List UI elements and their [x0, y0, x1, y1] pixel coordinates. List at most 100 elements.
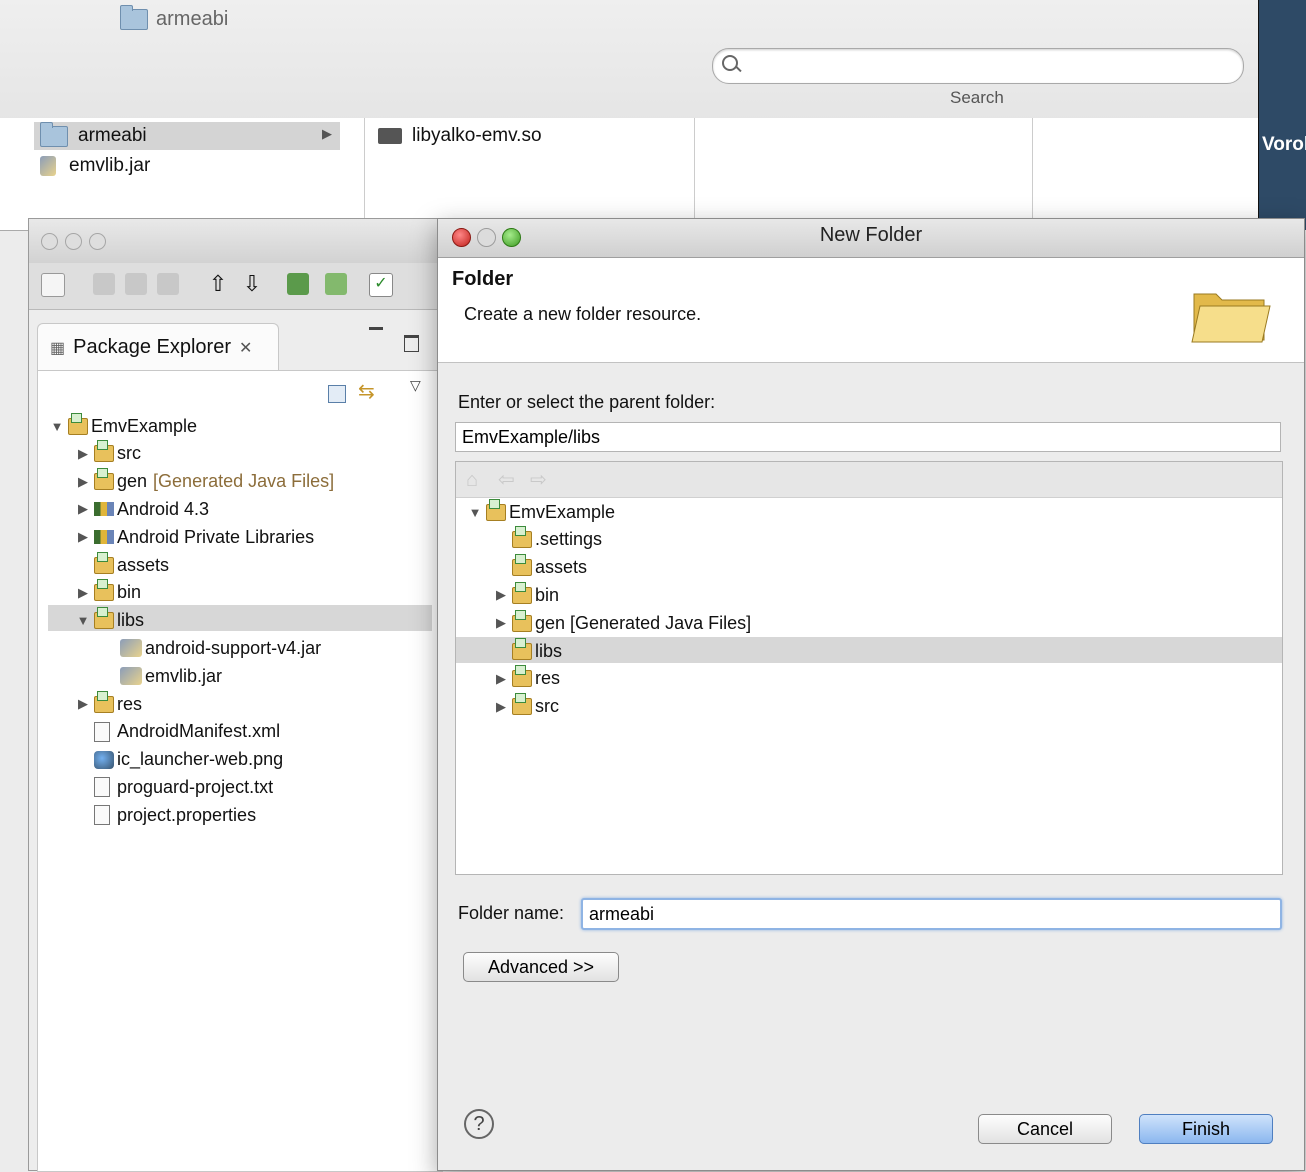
tree-item[interactable]: ▶ src: [494, 693, 559, 720]
source-folder-icon: [94, 440, 114, 463]
tab-package-explorer[interactable]: ▦ Package Explorer ✕: [37, 323, 279, 371]
tree-item-label: proguard-project.txt: [117, 776, 274, 797]
collapsed-arrow-icon[interactable]: ▶: [494, 699, 508, 715]
back-icon[interactable]: ⇦: [498, 470, 520, 490]
minimize-icon[interactable]: [369, 327, 383, 330]
folder-icon: [512, 609, 532, 632]
tree-item[interactable]: ▶ res: [76, 690, 142, 717]
project-icon: [486, 498, 506, 521]
finder-item-emvlib-jar[interactable]: emvlib.jar: [40, 152, 150, 180]
tree-item[interactable]: assets: [494, 554, 587, 581]
tree-item[interactable]: ▶ bin: [76, 579, 141, 606]
tree-item[interactable]: libs: [494, 637, 562, 664]
jar-icon: [40, 156, 56, 176]
upload-icon[interactable]: ⇧: [207, 273, 229, 295]
tree-item[interactable]: ▶ Android Private Libraries: [76, 524, 314, 550]
save-icon[interactable]: [93, 273, 115, 295]
tree-item-label: .settings: [535, 529, 603, 550]
tree-item-decoration: [Generated Java Files]: [153, 471, 335, 492]
view-menu-icon[interactable]: ▽: [410, 377, 421, 394]
finder-title: armeabi: [120, 5, 228, 31]
collapsed-arrow-icon[interactable]: ▶: [494, 671, 508, 687]
zoom-button[interactable]: [89, 233, 106, 250]
tree-item-label: project.properties: [117, 804, 257, 825]
parent-folder-input[interactable]: [455, 422, 1281, 452]
tree-item[interactable]: ▼ EmvExample: [468, 498, 616, 525]
tree-item[interactable]: ▶ gen [Generated Java Files]: [76, 468, 335, 495]
header-title: Folder: [452, 268, 514, 290]
collapsed-arrow-icon[interactable]: ▶: [494, 615, 508, 631]
tree-item[interactable]: ▶ src: [76, 440, 141, 467]
finder-item-armeabi[interactable]: armeabi: [40, 121, 147, 150]
tree-selection-highlight: [456, 637, 1282, 663]
collapsed-arrow-icon[interactable]: ▶: [494, 587, 508, 603]
collapsed-arrow-icon[interactable]: ▶: [76, 501, 90, 517]
tree-item[interactable]: ▼ libs: [76, 607, 145, 634]
tree-item[interactable]: AndroidManifest.xml: [76, 719, 280, 745]
new-icon[interactable]: [41, 273, 65, 297]
forward-icon[interactable]: ⇨: [530, 470, 552, 490]
minimize-button[interactable]: [65, 233, 82, 250]
tree-item[interactable]: proguard-project.txt: [76, 774, 273, 800]
header-description: Create a new folder resource.: [464, 304, 702, 324]
tree-item[interactable]: .settings: [494, 526, 603, 553]
link-editor-icon[interactable]: ⇆: [358, 379, 375, 404]
finder-column-3: [694, 118, 1033, 230]
close-icon[interactable]: ✕: [239, 338, 252, 358]
dialog-header: Folder Create a new folder resource.: [438, 258, 1304, 363]
collapsed-arrow-icon[interactable]: ▶: [76, 585, 90, 601]
expanded-arrow-icon[interactable]: ▼: [76, 613, 90, 628]
checkbox-icon[interactable]: ✓: [369, 273, 393, 297]
close-button[interactable]: [41, 233, 58, 250]
tree-item-label: AndroidManifest.xml: [117, 721, 281, 742]
tree-item[interactable]: ▶ Android 4.3: [76, 496, 209, 522]
expanded-arrow-icon[interactable]: ▼: [50, 419, 64, 434]
collapsed-arrow-icon[interactable]: ▶: [76, 474, 90, 490]
package-explorer-panel: ⇆ ▽ ▼ EmvExample ▶ src ▶ gen [Generated Java F…: [37, 370, 443, 1172]
save-all-icon[interactable]: [125, 273, 147, 295]
parent-folder-tree: ⌂ ⇦ ⇨ ▼ EmvExample .settings assets ▶ bin ▶ gen…: [455, 461, 1283, 875]
collapse-all-icon[interactable]: [328, 385, 346, 403]
search-label: Search: [950, 88, 1004, 107]
advanced-button[interactable]: Advanced >>: [463, 952, 619, 982]
folder-icon: [40, 121, 68, 147]
source-folder-icon: [94, 468, 114, 491]
tree-item[interactable]: emvlib.jar: [102, 663, 222, 689]
folder-name-label: Folder name:: [458, 903, 565, 923]
print-icon[interactable]: [157, 273, 179, 295]
folder-icon: [512, 554, 532, 577]
tree-item[interactable]: ▶ bin: [494, 581, 559, 608]
android-avd-icon[interactable]: [325, 273, 347, 295]
expanded-arrow-icon[interactable]: ▼: [468, 505, 482, 520]
tree-item[interactable]: ▶ gen [Generated Java Files]: [494, 609, 752, 636]
folder-name-input[interactable]: [581, 898, 1282, 930]
maximize-icon[interactable]: [404, 335, 419, 352]
tree-item-label: libs: [117, 610, 145, 631]
tree-item[interactable]: assets: [76, 551, 169, 578]
tree-item[interactable]: ▼ EmvExample: [50, 412, 198, 439]
tree-item-label: EmvExample: [91, 415, 198, 436]
cancel-button[interactable]: Cancel: [978, 1114, 1112, 1144]
tree-item[interactable]: ▶ res: [494, 665, 560, 692]
collapsed-arrow-icon[interactable]: ▶: [76, 696, 90, 712]
tree-item[interactable]: android-support-v4.jar: [102, 635, 321, 661]
tree-item-label: gen [Generated Java Files]: [535, 612, 752, 633]
tree-item-label: src: [117, 443, 141, 464]
tree-item-label: ic_launcher-web.png: [117, 749, 284, 770]
tree-item-label: android-support-v4.jar: [145, 637, 322, 658]
android-sdk-icon[interactable]: [287, 273, 309, 295]
tree-item[interactable]: ic_launcher-web.png: [76, 747, 283, 773]
folder-icon: [94, 579, 114, 602]
finish-button[interactable]: Finish: [1139, 1114, 1273, 1144]
download-icon[interactable]: ⇩: [241, 273, 263, 295]
tree-item[interactable]: project.properties: [76, 802, 256, 828]
collapsed-arrow-icon[interactable]: ▶: [76, 446, 90, 462]
search-input[interactable]: [712, 48, 1244, 84]
home-icon[interactable]: ⌂: [466, 470, 488, 490]
folder-icon: [512, 693, 532, 716]
collapsed-arrow-icon[interactable]: ▶: [76, 529, 90, 545]
dialog-title: New Folder: [819, 224, 923, 246]
tree-item-label: EmvExample: [509, 501, 616, 522]
finder-item-libyalko[interactable]: libyalko-emv.so: [378, 122, 542, 150]
help-icon[interactable]: ?: [464, 1109, 494, 1139]
